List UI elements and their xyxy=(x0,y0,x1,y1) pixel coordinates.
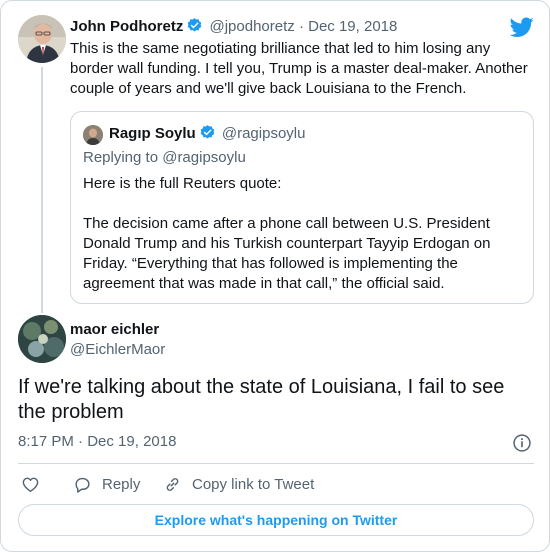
actions-divider xyxy=(18,463,534,464)
parent-tweet-text: This is the same negotiating brilliance … xyxy=(70,40,528,97)
avatar-portrait-image xyxy=(18,15,66,63)
verified-badge-icon xyxy=(188,18,202,32)
quoted-tweet-text: Here is the full Reuters quote: The deci… xyxy=(83,175,491,292)
heart-icon xyxy=(22,477,39,492)
avatar-portrait-image xyxy=(83,125,103,145)
tweet-time: 8:17 PM xyxy=(18,433,74,450)
parent-author-handle[interactable]: @jpodhoretz xyxy=(210,18,295,35)
quoted-author-name: Ragıp Soylu xyxy=(109,125,196,142)
twitter-bird-icon[interactable] xyxy=(510,15,534,39)
reply-button[interactable]: Reply xyxy=(73,473,140,495)
reply-label: Reply xyxy=(102,475,141,493)
reply-bubble-icon xyxy=(75,477,90,493)
embedded-tweet-card: John Podhoretz @jpodhoretz · Dec 19, 201… xyxy=(0,0,550,552)
parent-author-name[interactable]: John Podhoretz xyxy=(70,18,183,35)
like-button[interactable] xyxy=(21,473,50,495)
thread-connector-line xyxy=(41,67,43,313)
timestamp-separator: · xyxy=(78,433,84,450)
explore-twitter-button[interactable]: Explore what's happening on Twitter xyxy=(18,504,534,536)
maor-eichler-avatar[interactable] xyxy=(18,315,66,363)
copy-link-button[interactable]: Copy link to Tweet xyxy=(163,473,314,495)
verified-badge-icon xyxy=(200,125,214,139)
link-icon xyxy=(166,477,179,491)
info-icon[interactable] xyxy=(512,433,532,453)
parent-tweet-date[interactable]: Dec 19, 2018 xyxy=(308,18,397,35)
parent-tweet-header: John Podhoretz @jpodhoretz · Dec 19, 201… xyxy=(70,17,397,37)
quoted-tweet-header: Ragıp Soylu @ragipsoylu xyxy=(109,124,305,144)
avatar-portrait-image xyxy=(18,315,66,363)
ragip-soylu-avatar xyxy=(83,125,103,145)
main-author-name[interactable]: maor eichler xyxy=(70,320,159,340)
john-podhoretz-avatar[interactable] xyxy=(18,15,66,63)
main-tweet-text: If we're talking about the state of Loui… xyxy=(18,376,505,423)
header-separator: · xyxy=(298,18,304,35)
quoted-author-handle: @ragipsoylu xyxy=(221,125,306,142)
quoted-tweet-card[interactable]: Ragıp Soylu @ragipsoylu Replying to @rag… xyxy=(70,111,534,304)
tweet-timestamp[interactable]: 8:17 PM · Dec 19, 2018 xyxy=(18,432,176,452)
tweet-date: Dec 19, 2018 xyxy=(87,433,177,450)
copy-link-label: Copy link to Tweet xyxy=(192,475,315,493)
replying-to-text: Replying to @ragipsoylu xyxy=(83,149,246,166)
main-author-handle[interactable]: @EichlerMaor xyxy=(70,340,165,360)
